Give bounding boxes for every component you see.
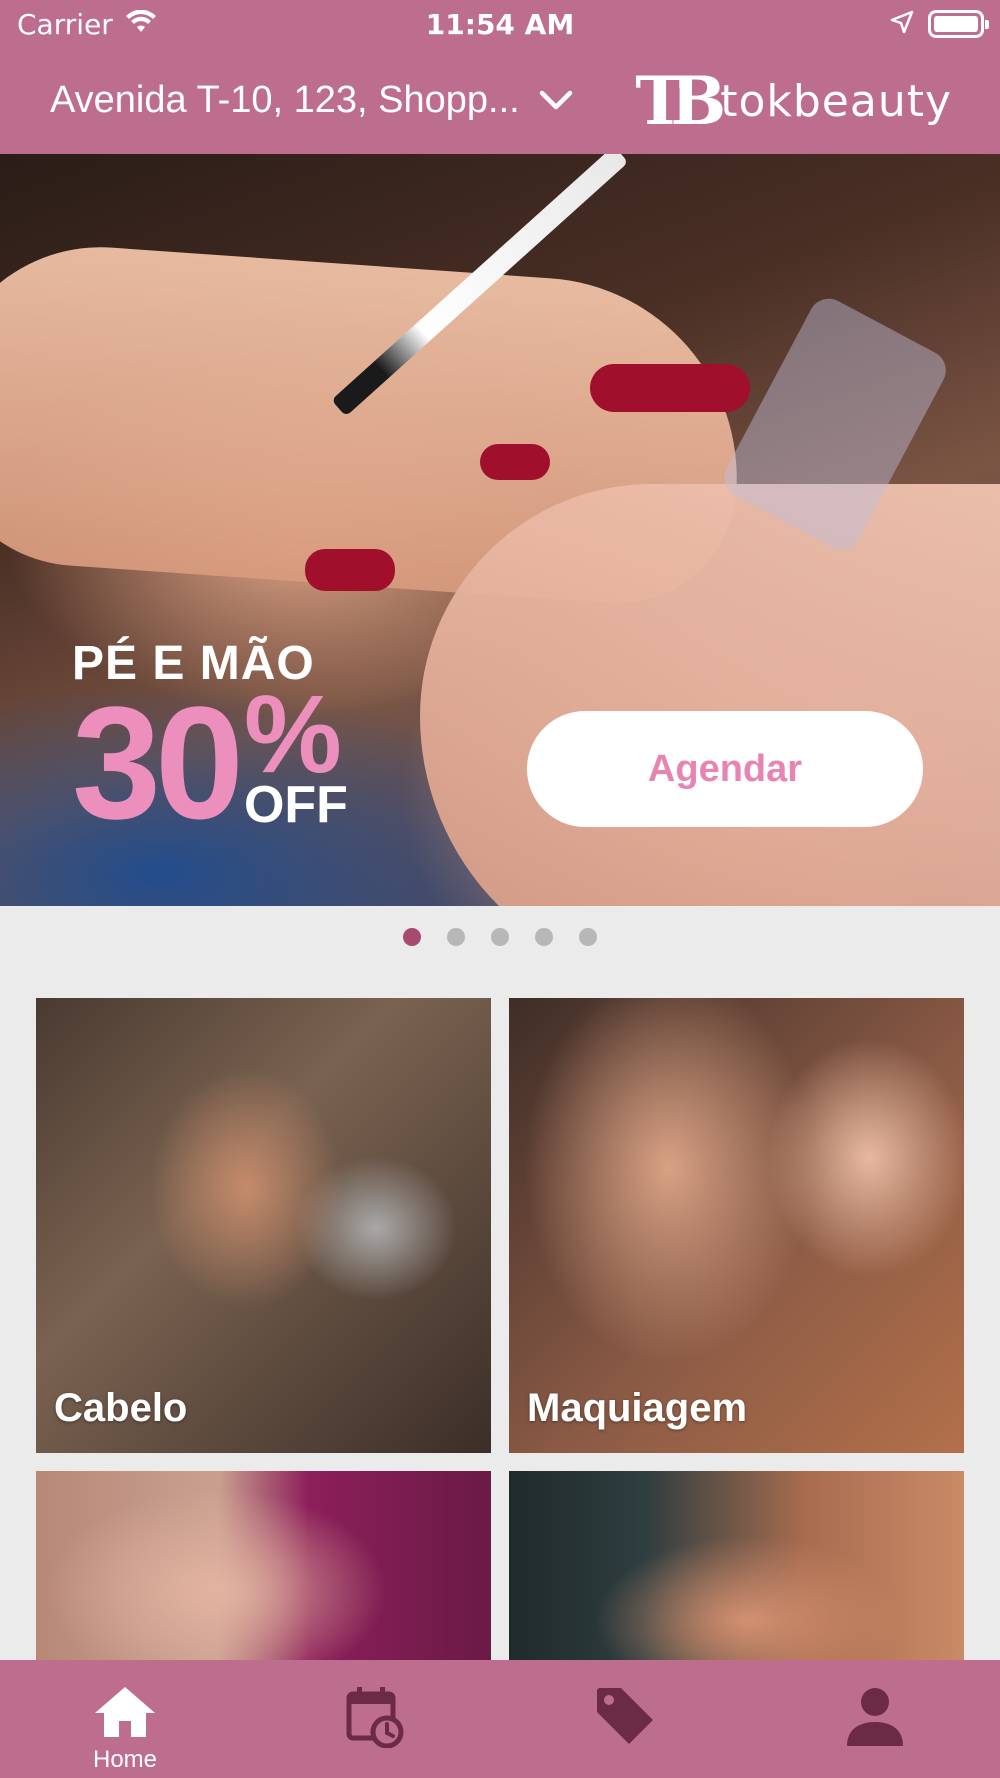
- address-selector[interactable]: Avenida T-10, 123, Shopp...: [50, 79, 574, 122]
- carousel-dot[interactable]: [447, 928, 465, 946]
- tab-home[interactable]: Home: [0, 1660, 250, 1778]
- tokbeauty-logo: TB tokbeauty: [635, 68, 952, 134]
- category-card-massage[interactable]: [509, 1471, 964, 1661]
- logo-mark: TB: [635, 62, 726, 140]
- category-card-cabelo[interactable]: Cabelo: [36, 998, 491, 1453]
- bottom-tab-bar: Home: [0, 1660, 1000, 1778]
- home-icon: [93, 1684, 157, 1744]
- address-text: Avenida T-10, 123, Shopp...: [50, 79, 520, 121]
- tab-home-label: Home: [92, 1746, 158, 1773]
- carousel-dot[interactable]: [403, 928, 421, 946]
- chevron-down-icon: [538, 79, 574, 122]
- category-label: Cabelo: [54, 1386, 188, 1430]
- category-card-maquiagem[interactable]: Maquiagem: [509, 998, 964, 1453]
- status-time: 11:54 AM: [425, 8, 575, 41]
- battery-icon: [928, 10, 989, 38]
- tab-promotions[interactable]: [500, 1660, 750, 1778]
- calendar-clock-icon: [345, 1684, 405, 1752]
- promo-off: OFF: [243, 776, 348, 834]
- promo-banner[interactable]: PÉ E MÃO 30 % OFF Agendar: [0, 154, 1000, 906]
- banner-photo-nail: [480, 444, 550, 480]
- carousel-dot[interactable]: [579, 928, 597, 946]
- promo-text: PÉ E MÃO 30 % OFF: [72, 636, 348, 852]
- tab-profile[interactable]: [750, 1660, 1000, 1778]
- tag-icon: [593, 1684, 657, 1752]
- banner-photo-nail: [590, 364, 750, 412]
- category-card-nails[interactable]: [36, 1471, 491, 1661]
- promo-percent: %: [243, 673, 342, 796]
- status-bar: Carrier 11:54 AM: [0, 0, 1000, 54]
- carousel-dot[interactable]: [491, 928, 509, 946]
- promo-discount: 30: [72, 673, 244, 852]
- person-icon: [843, 1684, 907, 1752]
- tab-appointments[interactable]: [250, 1660, 500, 1778]
- logo-text: tokbeauty: [720, 75, 952, 127]
- category-label: Maquiagem: [527, 1386, 748, 1430]
- carousel-indicator: [0, 928, 1000, 946]
- carousel-dot[interactable]: [535, 928, 553, 946]
- banner-photo-nail: [305, 549, 395, 591]
- banner-photo-hand-2: [420, 484, 1000, 906]
- app-header: Avenida T-10, 123, Shopp... TB tokbeauty: [0, 54, 1000, 154]
- agendar-button[interactable]: Agendar: [527, 711, 923, 827]
- location-arrow-icon: [890, 10, 914, 38]
